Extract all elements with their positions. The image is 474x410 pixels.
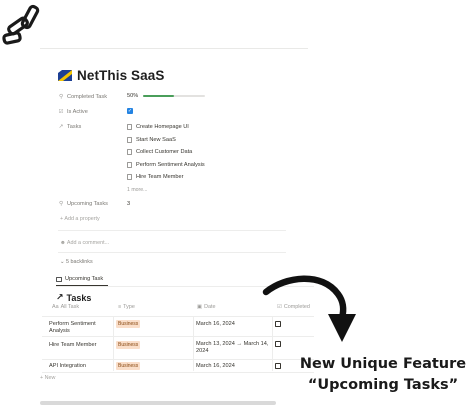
divider — [58, 252, 286, 253]
row-divider — [42, 359, 314, 360]
type-cell[interactable]: Business — [116, 320, 141, 328]
table-view-icon — [56, 276, 62, 282]
column-header-date[interactable]: ▣ Date — [197, 304, 215, 310]
property-is-active[interactable]: ☑ Is Active — [58, 109, 88, 115]
comment-input[interactable]: ☻ Add a comment... — [60, 240, 109, 246]
page-icon — [127, 124, 132, 130]
tab-upcoming-task[interactable]: Upcoming Task — [56, 276, 103, 282]
column-divider — [113, 317, 114, 371]
completed-checkbox[interactable] — [275, 363, 281, 369]
tasks-more-link[interactable]: 1 more... — [127, 187, 147, 193]
new-row-button[interactable]: + New — [40, 375, 55, 381]
backlinks-toggle[interactable]: ⌄ 5 backlinks — [60, 259, 93, 265]
avatar-icon: ☻ — [60, 240, 66, 246]
page-icon — [127, 137, 132, 143]
property-completed-task[interactable]: ⚲ Completed Task — [58, 94, 107, 100]
date-cell[interactable]: March 16, 2024 — [196, 321, 235, 328]
column-divider — [193, 317, 194, 371]
upcoming-tasks-value: 3 — [127, 201, 131, 207]
section-title-text: Tasks — [66, 292, 92, 303]
curved-arrow-icon — [262, 275, 356, 342]
task-link[interactable]: Start New SaaS — [127, 137, 176, 143]
task-name-cell[interactable]: Perform Sentiment Analysis — [49, 321, 111, 335]
callout-line-1: New Unique Feature — [299, 356, 467, 372]
add-property-button[interactable]: + Add a property — [60, 216, 100, 222]
page-title[interactable]: NetThis SaaS — [77, 68, 164, 83]
checkbox-property-icon: ☑ — [58, 109, 64, 115]
task-name-cell[interactable]: API Integration — [49, 363, 111, 370]
list-icon: ≡ — [118, 304, 122, 310]
column-header-type[interactable]: ≡ Type — [118, 304, 135, 310]
date-cell[interactable]: March 16, 2024 — [196, 363, 235, 370]
top-divider — [40, 48, 308, 49]
comment-placeholder: Add a comment... — [66, 240, 110, 246]
column-header-name[interactable]: Aa All Task — [52, 304, 79, 310]
property-label: Upcoming Tasks — [67, 201, 108, 207]
task-name-cell[interactable]: Hire Team Member — [49, 342, 111, 349]
progress-fill — [143, 95, 175, 97]
horizontal-scrollbar[interactable] — [40, 401, 276, 405]
property-label: Is Active — [67, 109, 88, 115]
tab-label: Upcoming Task — [65, 276, 104, 282]
page-icon — [127, 149, 132, 155]
progress-bar — [143, 95, 206, 97]
section-title[interactable]: ↗ Tasks — [56, 292, 91, 303]
relation-arrow-icon: ↗ — [56, 292, 64, 302]
task-link[interactable]: Collect Customer Data — [127, 149, 192, 155]
callout-line-2: “Upcoming Tasks” — [307, 377, 459, 393]
checkmark-icon: ✓ — [127, 108, 133, 114]
completed-task-progress[interactable]: 50% — [127, 93, 206, 99]
type-tag: Business — [116, 341, 141, 349]
sparkle-lines-decoration — [2, 4, 40, 45]
property-upcoming-tasks[interactable]: ⚲ Upcoming Tasks — [58, 201, 108, 207]
page-icon — [127, 174, 132, 180]
calendar-icon: ▣ — [197, 304, 203, 310]
row-divider — [42, 372, 314, 373]
type-cell[interactable]: Business — [116, 362, 141, 370]
property-label: Completed Task — [67, 94, 108, 100]
text-property-icon: Aa — [52, 304, 59, 310]
search-icon: ⚲ — [58, 201, 64, 207]
type-tag: Business — [116, 362, 141, 370]
is-active-checkbox[interactable]: ✓ — [127, 108, 133, 114]
task-link[interactable]: Perform Sentiment Analysis — [127, 162, 205, 168]
progress-value: 50% — [127, 93, 139, 99]
property-label: Tasks — [67, 124, 82, 130]
feature-callout: New Unique Feature “Upcoming Tasks” — [292, 354, 474, 396]
type-tag: Business — [116, 320, 141, 328]
task-link[interactable]: Create Homepage UI — [127, 124, 189, 130]
type-cell[interactable]: Business — [116, 341, 141, 349]
page-title-row: NetThis SaaS — [58, 68, 164, 83]
page-icon — [127, 162, 132, 168]
page-flag-icon — [58, 70, 72, 81]
divider — [58, 230, 286, 231]
backlinks-label: 5 backlinks — [66, 259, 93, 265]
property-tasks[interactable]: ↗ Tasks — [58, 124, 82, 130]
relation-arrow-icon: ↗ — [58, 124, 64, 130]
chevron-down-icon: ⌄ — [60, 259, 65, 265]
search-icon: ⚲ — [58, 94, 64, 100]
task-link[interactable]: Hire Team Member — [127, 174, 183, 180]
